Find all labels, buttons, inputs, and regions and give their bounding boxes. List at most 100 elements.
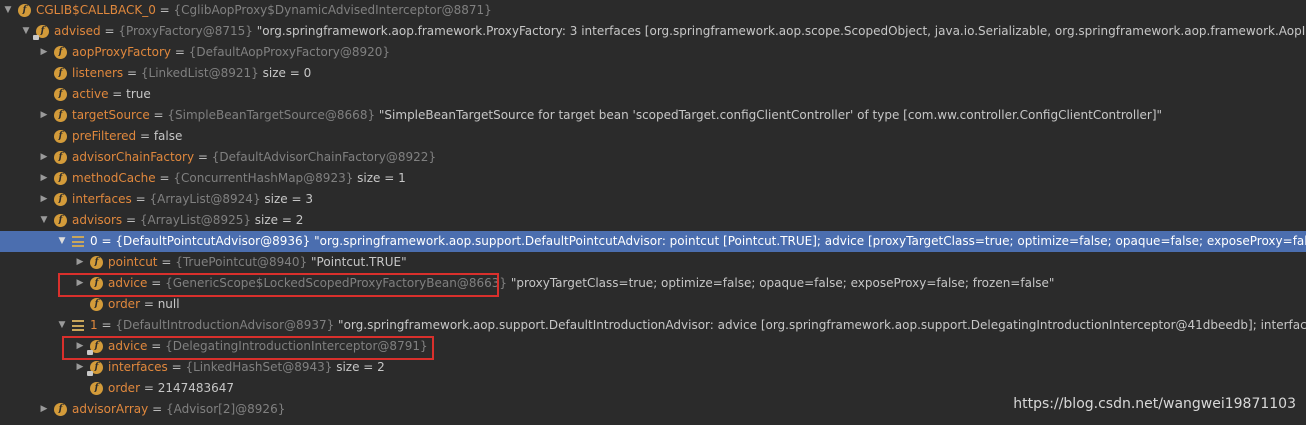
tree-row[interactable]: ▼ 1 = {DefaultIntroductionAdvisor@8937} "… <box>0 315 1306 336</box>
field-icon: f <box>90 298 103 311</box>
var-ref: {SimpleBeanTargetSource@8668} <box>167 108 376 122</box>
field-icon: f <box>54 172 67 185</box>
var-eq: = <box>171 45 189 59</box>
expand-arrow-icon[interactable]: ▶ <box>39 147 49 168</box>
var-eq: = <box>100 24 119 38</box>
field-locked-icon: f <box>87 361 103 376</box>
tree-row-label: targetSource = {SimpleBeanTargetSource@8… <box>72 105 1162 126</box>
var-val: "org.springframework.aop.framework.Proxy… <box>256 24 1306 38</box>
tree-row[interactable]: ▼ 0 = {DefaultPointcutAdvisor@8936} "org.… <box>0 231 1306 252</box>
expand-arrow-icon[interactable]: ▶ <box>75 357 85 378</box>
field-icon: f <box>90 382 103 395</box>
expand-arrow-icon[interactable]: ▶ <box>39 168 49 189</box>
tree-row[interactable]: ▶ f methodCache = {ConcurrentHashMap@8923}… <box>0 168 1306 189</box>
var-ref: {LinkedHashSet@8943} <box>185 360 333 374</box>
tree-row[interactable]: f active = true <box>0 84 1306 105</box>
var-ref: {Advisor[2]@8926} <box>165 402 286 416</box>
tree-row-label: advisorChainFactory = {DefaultAdvisorCha… <box>72 147 436 168</box>
tree-row-label: 0 = {DefaultPointcutAdvisor@8936} "org.s… <box>90 231 1306 252</box>
field-icon: f <box>54 46 67 59</box>
var-val: "org.springframework.aop.support.Default… <box>310 234 1306 248</box>
var-val: size = 2 <box>332 360 385 374</box>
expand-arrow-icon[interactable]: ▶ <box>75 252 85 273</box>
tree-row-label: interfaces = {LinkedHashSet@8943} size =… <box>108 357 385 378</box>
var-name: order <box>108 381 140 395</box>
var-ref: {DefaultPointcutAdvisor@8936} <box>115 234 311 248</box>
tree-row-label: interfaces = {ArrayList@8924} size = 3 <box>72 189 313 210</box>
var-eq: = <box>167 360 186 374</box>
tree-row[interactable]: ▶ f advisorChainFactory = {DefaultAdvisorC… <box>0 147 1306 168</box>
tree-row-label: advisors = {ArrayList@8925} size = 2 <box>72 210 303 231</box>
collapse-arrow-icon[interactable]: ▼ <box>3 0 13 21</box>
expand-arrow-icon[interactable]: ▶ <box>39 189 49 210</box>
expand-arrow-icon[interactable]: ▶ <box>39 105 49 126</box>
tree-row-label: 1 = {DefaultIntroductionAdvisor@8937} "o… <box>90 315 1306 336</box>
collapse-arrow-icon[interactable]: ▼ <box>57 315 67 336</box>
var-name: aopProxyFactory <box>72 45 172 59</box>
var-name: targetSource <box>72 108 150 122</box>
field-locked-icon: f <box>33 25 49 40</box>
var-eq: = <box>194 150 212 164</box>
var-name: listeners <box>72 66 124 80</box>
tree-row-label: aopProxyFactory = {DefaultAopProxyFactor… <box>72 42 390 63</box>
field-icon: f <box>54 88 67 101</box>
collapse-arrow-icon[interactable]: ▼ <box>39 210 49 231</box>
var-name: advised <box>54 24 101 38</box>
tree-row-label: order = null <box>108 294 180 315</box>
var-eq: = <box>140 381 158 395</box>
tree-row[interactable]: ▶ f interfaces = {ArrayList@8924} size = 3 <box>0 189 1306 210</box>
var-eq: = <box>155 3 174 17</box>
var-ref: {LinkedList@8921} <box>140 66 259 80</box>
var-val: false <box>153 129 183 143</box>
var-eq: = <box>136 129 154 143</box>
tree-row[interactable]: ▶ f pointcut = {TruePointcut@8940} "Pointc… <box>0 252 1306 273</box>
expand-arrow-icon[interactable]: ▶ <box>39 399 49 420</box>
tree-row[interactable]: ▶ f targetSource = {SimpleBeanTargetSource… <box>0 105 1306 126</box>
var-ref: {ConcurrentHashMap@8923} <box>173 171 354 185</box>
var-eq: = <box>108 87 127 101</box>
var-name: advisorChainFactory <box>72 150 195 164</box>
var-ref: {DefaultAopProxyFactory@8920} <box>188 45 391 59</box>
var-val: size = 1 <box>353 171 406 185</box>
tree-row[interactable]: f listeners = {LinkedList@8921} size = 0 <box>0 63 1306 84</box>
var-name: CGLIB$CALLBACK_0 <box>36 3 156 17</box>
var-val: "SimpleBeanTargetSource for target bean … <box>375 108 1163 122</box>
tree-row[interactable]: ▼ f CGLIB$CALLBACK_0 = {CglibAopProxy$Dyna… <box>0 0 1306 21</box>
var-name: active <box>72 87 109 101</box>
collapse-arrow-icon[interactable]: ▼ <box>21 21 31 42</box>
var-ref: {TruePointcut@8940} <box>175 255 308 269</box>
var-ref: {CglibAopProxy$DynamicAdvisedInterceptor… <box>173 3 492 17</box>
collapse-arrow-icon[interactable]: ▼ <box>57 231 67 252</box>
var-val: "org.springframework.aop.support.Default… <box>338 318 1306 332</box>
var-name: preFiltered <box>72 129 137 143</box>
tree-row[interactable]: f order = null <box>0 294 1306 315</box>
field-icon: f <box>54 67 67 80</box>
field-icon: f <box>54 193 67 206</box>
tree-row[interactable]: ▼ f advisors = {ArrayList@8925} size = 2 <box>0 210 1306 231</box>
tree-row-label: CGLIB$CALLBACK_0 = {CglibAopProxy$Dynami… <box>36 0 492 21</box>
var-name: 1 <box>90 318 98 332</box>
tree-row-label: preFiltered = false <box>72 126 182 147</box>
var-eq: = <box>97 234 116 248</box>
tree-row[interactable]: f preFiltered = false <box>0 126 1306 147</box>
tree-row[interactable]: ▼ f advised = {ProxyFactory@8715} "org.spr… <box>0 21 1306 42</box>
var-val: size = 3 <box>260 192 313 206</box>
tree-row-label: active = true <box>72 84 151 105</box>
tree-row[interactable]: ▶ f interfaces = {LinkedHashSet@8943} size… <box>0 357 1306 378</box>
var-val: true <box>126 87 151 101</box>
var-val: null <box>157 297 180 311</box>
field-icon: f <box>54 214 67 227</box>
var-eq: = <box>123 66 141 80</box>
tree-row[interactable]: ▶ f aopProxyFactory = {DefaultAopProxyFact… <box>0 42 1306 63</box>
var-eq: = <box>155 171 174 185</box>
expand-arrow-icon[interactable]: ▶ <box>39 42 49 63</box>
var-ref: {DefaultAdvisorChainFactory@8922} <box>211 150 437 164</box>
tree-row-label: pointcut = {TruePointcut@8940} "Pointcut… <box>108 252 407 273</box>
var-name: pointcut <box>108 255 158 269</box>
field-icon: f <box>18 4 31 17</box>
var-val: "proxyTargetClass=true; optimize=false; … <box>507 276 1055 290</box>
var-name: advisorArray <box>72 402 149 416</box>
var-eq: = <box>97 318 116 332</box>
var-ref: {ArrayList@8924} <box>149 192 261 206</box>
var-eq: = <box>148 402 166 416</box>
